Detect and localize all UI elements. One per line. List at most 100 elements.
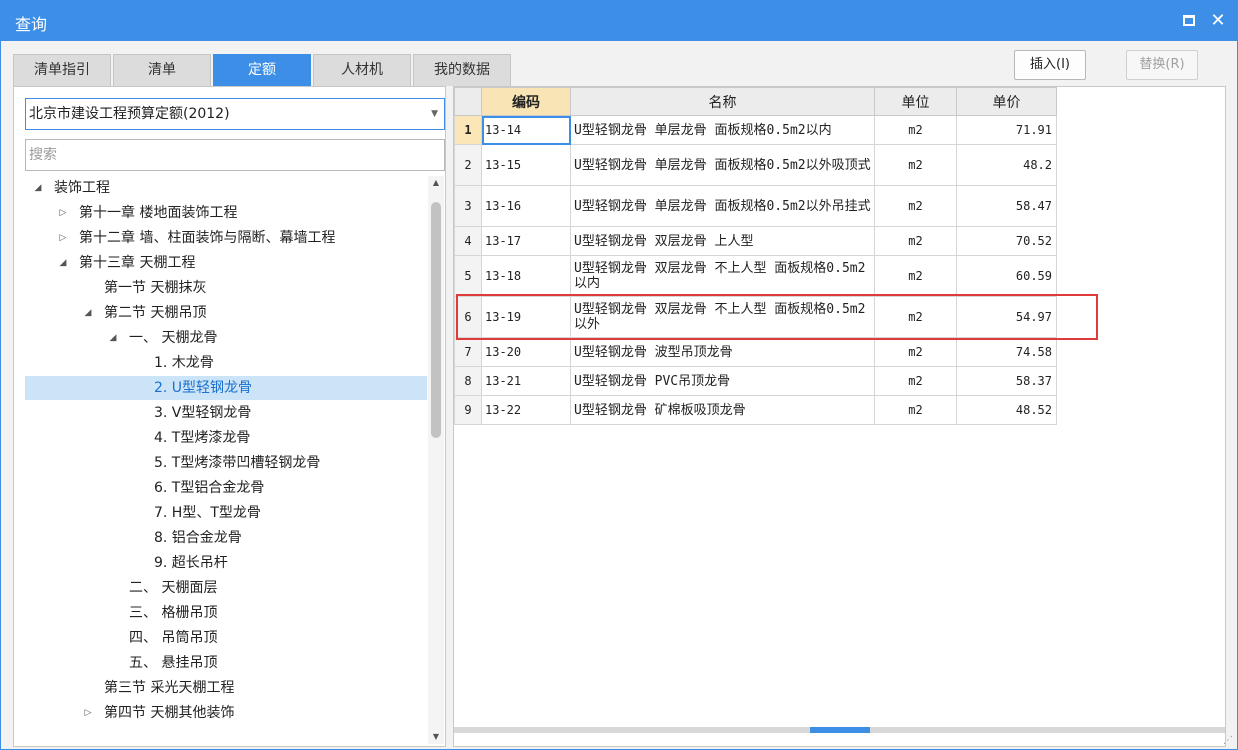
quota-name[interactable]: U型轻钢龙骨 单层龙骨 面板规格0.5m2以外吸顶式 bbox=[570, 144, 875, 186]
quota-unit[interactable]: m2 bbox=[874, 144, 957, 186]
column-header-price[interactable]: 单价 bbox=[956, 87, 1057, 116]
row-index[interactable]: 2 bbox=[454, 144, 482, 186]
scroll-down-icon[interactable]: ▼ bbox=[428, 730, 444, 744]
tree-item[interactable]: 三、 格栅吊顶 bbox=[25, 601, 427, 625]
tree-item[interactable]: 五、 悬挂吊顶 bbox=[25, 651, 427, 675]
expand-arrow-icon[interactable]: ◢ bbox=[31, 176, 45, 200]
tree-item[interactable]: 第三节 采光天棚工程 bbox=[25, 676, 427, 700]
tree-item[interactable]: 8. 铝合金龙骨 bbox=[25, 526, 427, 550]
row-index[interactable]: 9 bbox=[454, 395, 482, 425]
tree-item[interactable]: 二、 天棚面层 bbox=[25, 576, 427, 600]
table-row[interactable]: 9 13-22 U型轻钢龙骨 矿棉板吸顶龙骨 m2 48.52 bbox=[454, 395, 1057, 425]
scrollbar-handle[interactable] bbox=[810, 727, 870, 733]
quota-unit[interactable]: m2 bbox=[874, 366, 957, 396]
quota-code[interactable]: 13-15 bbox=[481, 144, 571, 186]
collapse-arrow-icon[interactable]: ▷ bbox=[56, 201, 70, 225]
table-row[interactable]: 2 13-15 U型轻钢龙骨 单层龙骨 面板规格0.5m2以外吸顶式 m2 48.2 bbox=[454, 144, 1057, 186]
quota-price[interactable]: 58.47 bbox=[956, 185, 1057, 227]
column-header-name[interactable]: 名称 bbox=[570, 87, 875, 116]
quota-library-select[interactable]: 北京市建设工程预算定额(2012) ▼ bbox=[25, 98, 445, 130]
row-index[interactable]: 3 bbox=[454, 185, 482, 227]
tree-item[interactable]: 3. V型轻钢龙骨 bbox=[25, 401, 427, 425]
tree-item[interactable]: 四、 吊筒吊顶 bbox=[25, 626, 427, 650]
table-row[interactable]: 1 13-14 U型轻钢龙骨 单层龙骨 面板规格0.5m2以内 m2 71.91 bbox=[454, 115, 1057, 145]
table-row[interactable]: 8 13-21 U型轻钢龙骨 PVC吊顶龙骨 m2 58.37 bbox=[454, 366, 1057, 396]
quota-code[interactable]: 13-19 bbox=[481, 296, 571, 338]
quota-unit[interactable]: m2 bbox=[874, 115, 957, 145]
row-index[interactable]: 6 bbox=[454, 296, 482, 338]
insert-button[interactable]: 插入(I) bbox=[1014, 50, 1086, 80]
quota-unit[interactable]: m2 bbox=[874, 255, 957, 297]
quota-code[interactable]: 13-22 bbox=[481, 395, 571, 425]
tree-item[interactable]: 4. T型烤漆龙骨 bbox=[25, 426, 427, 450]
quota-code[interactable]: 13-17 bbox=[481, 226, 571, 256]
quota-name[interactable]: U型轻钢龙骨 PVC吊顶龙骨 bbox=[570, 366, 875, 396]
table-row[interactable]: 4 13-17 U型轻钢龙骨 双层龙骨 上人型 m2 70.52 bbox=[454, 226, 1057, 256]
tab-quota[interactable]: 定额 bbox=[213, 54, 311, 86]
row-index[interactable]: 8 bbox=[454, 366, 482, 396]
expand-arrow-icon[interactable]: ◢ bbox=[106, 326, 120, 350]
tree-scrollbar[interactable]: ▲ ▼ bbox=[428, 176, 444, 744]
row-index[interactable]: 1 bbox=[454, 115, 482, 145]
tab-my-data[interactable]: 我的数据 bbox=[413, 54, 511, 86]
tree-item[interactable]: ◢ 第十三章 天棚工程 bbox=[25, 251, 427, 275]
quota-price[interactable]: 60.59 bbox=[956, 255, 1057, 297]
collapse-arrow-icon[interactable]: ▷ bbox=[56, 226, 70, 250]
expand-arrow-icon[interactable]: ◢ bbox=[81, 301, 95, 325]
maximize-button[interactable] bbox=[1177, 9, 1201, 33]
tree-item[interactable]: 7. H型、T型龙骨 bbox=[25, 501, 427, 525]
column-header-unit[interactable]: 单位 bbox=[874, 87, 957, 116]
quota-price[interactable]: 48.2 bbox=[956, 144, 1057, 186]
tree-item[interactable]: ▷ 第十一章 楼地面装饰工程 bbox=[25, 201, 427, 225]
table-row[interactable]: 3 13-16 U型轻钢龙骨 单层龙骨 面板规格0.5m2以外吊挂式 m2 58.47 bbox=[454, 185, 1057, 227]
tree-item[interactable]: 6. T型铝合金龙骨 bbox=[25, 476, 427, 500]
close-button[interactable]: ✕ bbox=[1206, 9, 1230, 33]
row-index[interactable]: 7 bbox=[454, 337, 482, 367]
quota-unit[interactable]: m2 bbox=[874, 185, 957, 227]
quota-code[interactable]: 13-14 bbox=[481, 115, 571, 145]
table-row[interactable]: 5 13-18 U型轻钢龙骨 双层龙骨 不上人型 面板规格0.5m2以内 m2 60.5… bbox=[454, 255, 1057, 297]
quota-name[interactable]: U型轻钢龙骨 波型吊顶龙骨 bbox=[570, 337, 875, 367]
tree-item[interactable]: 第一节 天棚抹灰 bbox=[25, 276, 427, 300]
quota-name[interactable]: U型轻钢龙骨 双层龙骨 上人型 bbox=[570, 226, 875, 256]
table-row[interactable]: 7 13-20 U型轻钢龙骨 波型吊顶龙骨 m2 74.58 bbox=[454, 337, 1057, 367]
tree-item[interactable]: ▷ 第十二章 墙、柱面装饰与隔断、幕墙工程 bbox=[25, 226, 427, 250]
table-row[interactable]: 6 13-19 U型轻钢龙骨 双层龙骨 不上人型 面板规格0.5m2以外 m2 54.9… bbox=[454, 296, 1057, 338]
collapse-arrow-icon[interactable]: ▷ bbox=[81, 701, 95, 725]
quota-price[interactable]: 58.37 bbox=[956, 366, 1057, 396]
tree-item[interactable]: ▷ 第四节 天棚其他装饰 bbox=[25, 701, 427, 725]
column-header-code[interactable]: 编码 bbox=[481, 87, 571, 116]
horizontal-scrollbar[interactable] bbox=[454, 727, 1225, 733]
tab-list-guide[interactable]: 清单指引 bbox=[13, 54, 111, 86]
row-index[interactable]: 5 bbox=[454, 255, 482, 297]
quota-code[interactable]: 13-21 bbox=[481, 366, 571, 396]
scroll-up-icon[interactable]: ▲ bbox=[428, 176, 444, 190]
quota-unit[interactable]: m2 bbox=[874, 395, 957, 425]
quota-name[interactable]: U型轻钢龙骨 单层龙骨 面板规格0.5m2以外吊挂式 bbox=[570, 185, 875, 227]
quota-name[interactable]: U型轻钢龙骨 双层龙骨 不上人型 面板规格0.5m2以外 bbox=[570, 296, 875, 338]
title-bar[interactable]: 查询 ✕ bbox=[1, 1, 1237, 41]
quota-code[interactable]: 13-18 bbox=[481, 255, 571, 297]
scrollbar-thumb[interactable] bbox=[431, 202, 441, 438]
search-input[interactable] bbox=[25, 139, 445, 171]
tree-item[interactable]: 1. 木龙骨 bbox=[25, 351, 427, 375]
tab-labor-material-machine[interactable]: 人材机 bbox=[313, 54, 411, 86]
expand-arrow-icon[interactable]: ◢ bbox=[56, 251, 70, 275]
tree-item[interactable]: 9. 超长吊杆 bbox=[25, 551, 427, 575]
tree-item[interactable]: 2. U型轻钢龙骨 bbox=[25, 376, 427, 400]
quota-price[interactable]: 54.97 bbox=[956, 296, 1057, 338]
quota-unit[interactable]: m2 bbox=[874, 226, 957, 256]
tab-list[interactable]: 清单 bbox=[113, 54, 211, 86]
quota-code[interactable]: 13-16 bbox=[481, 185, 571, 227]
quota-price[interactable]: 71.91 bbox=[956, 115, 1057, 145]
quota-name[interactable]: U型轻钢龙骨 双层龙骨 不上人型 面板规格0.5m2以内 bbox=[570, 255, 875, 297]
quota-unit[interactable]: m2 bbox=[874, 296, 957, 338]
quota-price[interactable]: 70.52 bbox=[956, 226, 1057, 256]
resize-grip-icon[interactable]: ⋰ bbox=[1223, 735, 1235, 747]
row-index[interactable]: 4 bbox=[454, 226, 482, 256]
tree-item[interactable]: ◢ 一、 天棚龙骨 bbox=[25, 326, 427, 350]
quota-name[interactable]: U型轻钢龙骨 单层龙骨 面板规格0.5m2以内 bbox=[570, 115, 875, 145]
tree-item[interactable]: ◢ 第二节 天棚吊顶 bbox=[25, 301, 427, 325]
replace-button[interactable]: 替换(R) bbox=[1126, 50, 1198, 80]
quota-price[interactable]: 48.52 bbox=[956, 395, 1057, 425]
